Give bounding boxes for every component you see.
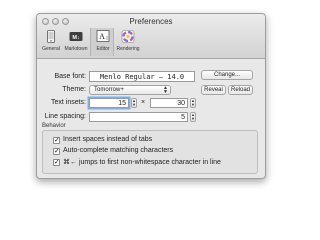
inset-y-stepper[interactable]: ▲ ▼ xyxy=(190,98,196,108)
reload-theme-button[interactable]: Reload xyxy=(228,85,253,95)
reveal-theme-button[interactable]: Reveal xyxy=(201,85,226,95)
inset-separator: × xyxy=(141,99,146,106)
behavior-group: ✓ Insert spaces instead of tabs ✓ Auto-c… xyxy=(42,130,258,174)
tab-rendering-label: Rendering xyxy=(116,46,140,52)
window-title: Preferences xyxy=(129,17,173,26)
preferences-window: Preferences General M↓ Markdown A Editor… xyxy=(36,13,266,179)
text-icon: A xyxy=(96,30,110,42)
inset-x-field[interactable]: 15 xyxy=(89,98,129,108)
behavior-group-title: Behavior xyxy=(42,123,66,129)
tab-markdown[interactable]: M↓ Markdown xyxy=(64,28,88,56)
option-insert-spaces-label: Insert spaces instead of tabs xyxy=(63,136,153,143)
tab-editor[interactable]: A Editor xyxy=(90,28,114,56)
theme-select[interactable]: Tomorrow+ ▲ ▼ xyxy=(89,85,171,95)
base-font-label: Base font: xyxy=(54,73,86,80)
checkbox-jump-non-whitespace[interactable]: ✓ xyxy=(53,159,60,166)
line-spacing-label: Line spacing: xyxy=(44,113,86,120)
theme-select-value: Tomorrow+ xyxy=(94,87,124,93)
base-font-field: Menlo Regular – 14.0 xyxy=(89,71,195,82)
checkbox-insert-spaces[interactable]: ✓ xyxy=(53,137,60,144)
option-jump-non-whitespace-label: ⌘← jumps to first non-whitespace charact… xyxy=(63,159,221,166)
line-spacing-field[interactable]: 5 xyxy=(89,112,188,122)
inset-x-stepper[interactable]: ▲ ▼ xyxy=(131,98,137,108)
editor-pane: Base font: Menlo Regular – 14.0 Change..… xyxy=(37,59,265,178)
inset-y-field[interactable]: 30 xyxy=(150,98,188,108)
svg-text:A: A xyxy=(99,32,105,41)
tab-markdown-label: Markdown xyxy=(64,46,88,52)
line-spacing-stepper[interactable]: ▲ ▼ xyxy=(190,112,196,122)
checkbox-auto-complete[interactable]: ✓ xyxy=(53,148,60,155)
select-arrows-icon: ▲ ▼ xyxy=(163,85,168,95)
tab-editor-label: Editor xyxy=(96,46,110,52)
theme-label: Theme: xyxy=(62,86,86,93)
phone-icon xyxy=(47,30,55,43)
color-wheel-icon xyxy=(121,30,135,43)
markdown-icon: M↓ xyxy=(69,32,83,41)
tab-rendering[interactable]: Rendering xyxy=(116,28,140,56)
title-bar: Preferences General M↓ Markdown A Editor… xyxy=(37,14,265,59)
svg-text:M↓: M↓ xyxy=(72,35,80,41)
option-auto-complete-label: Auto-complete matching characters xyxy=(63,147,174,154)
change-font-button[interactable]: Change... xyxy=(201,70,253,80)
tab-general[interactable]: General xyxy=(39,28,63,56)
text-insets-label: Text insets: xyxy=(50,99,86,106)
tab-general-label: General xyxy=(42,46,60,52)
